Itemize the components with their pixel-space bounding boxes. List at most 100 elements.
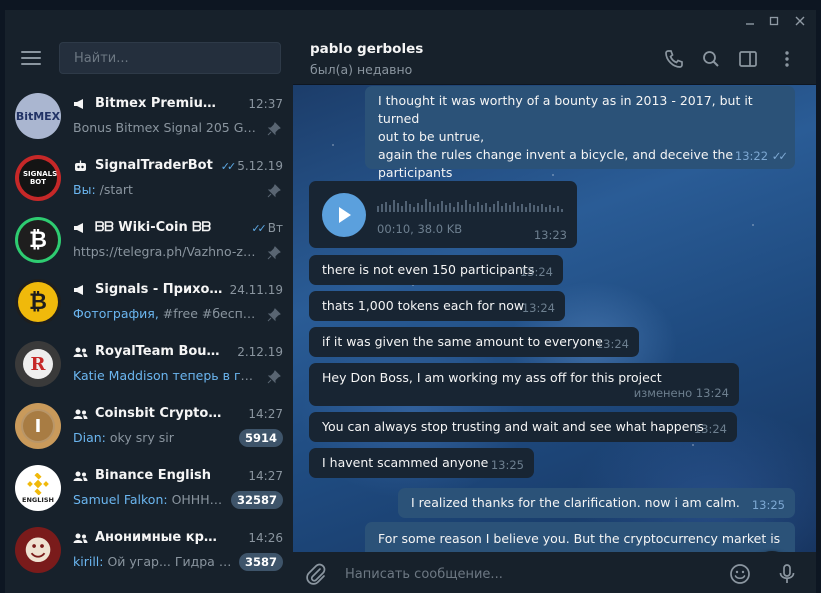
chat-preview: https://telegra.ph/Vazhno-zn... — [73, 244, 259, 259]
message-bubble-outgoing[interactable]: I thought it was worthy of a bounty as i… — [365, 86, 795, 198]
chat-preview: Ой угар... Гидра буд... — [107, 554, 233, 569]
chat-preview-sender: Dian: — [73, 430, 106, 445]
peer-name[interactable]: pablo gerboles — [310, 41, 423, 57]
unread-badge: 32587 — [230, 491, 283, 509]
chat-title: ᗷᗷ Wiki-Coin ᗷᗷ — [95, 220, 212, 235]
chat-item[interactable]: R RoyalTeam Bounty 2.12.19 Katie Maddiso… — [5, 336, 293, 398]
more-vertical-icon[interactable] — [776, 48, 798, 70]
message-bubble-incoming[interactable]: I havent scammed anyone 13:25 — [309, 448, 534, 478]
message-text: You can always stop trusting and wait an… — [322, 419, 704, 434]
binance-logo-icon — [27, 472, 49, 495]
chat-item[interactable]: I Coinsbit CryptoExchan... 14:27 Dian: o… — [5, 398, 293, 460]
chat-item[interactable]: ₿ ᗷᗷ Wiki-Coin ᗷᗷ ✓✓ Вт https://telegra.p… — [5, 212, 293, 274]
message-text: I realized thanks for the clarification.… — [411, 495, 740, 510]
chat-item[interactable]: BitMEX Bitmex Premium Signals 12:37 Bonu… — [5, 88, 293, 150]
message-bubble-incoming[interactable]: You can always stop trusting and wait an… — [309, 412, 737, 442]
chat-list: BitMEX Bitmex Premium Signals 12:37 Bonu… — [5, 88, 293, 584]
message-time: 13:25 — [751, 498, 785, 512]
pin-icon — [267, 370, 281, 384]
chat-time: Вт — [267, 221, 283, 235]
chat-preview-sender: kirill: — [73, 554, 104, 569]
message-text: I havent scammed anyone — [322, 455, 489, 470]
message-bubble-outgoing[interactable]: I realized thanks for the clarification.… — [398, 488, 795, 518]
avatar-label: ENGLISH — [22, 495, 54, 504]
message-time: 13:24 — [695, 386, 729, 400]
chat-time: 24.11.19 — [229, 283, 283, 297]
attach-icon[interactable] — [304, 562, 328, 586]
voice-message-bubble[interactable]: 00:10, 38.0 KB 13:23 — [309, 181, 577, 248]
chat-preview: oky sry sir — [105, 430, 174, 445]
avatar: ENGLISH — [15, 465, 61, 511]
microphone-icon[interactable] — [775, 562, 799, 586]
message-bubble-incoming[interactable]: if it was given the same amount to every… — [309, 327, 639, 357]
chat-title: RoyalTeam Bounty — [95, 344, 223, 359]
window-titlebar — [5, 10, 816, 31]
chat-time: 5.12.19 — [237, 159, 283, 173]
close-icon[interactable] — [788, 10, 812, 31]
edited-label: изменено — [633, 386, 693, 400]
chat-item[interactable]: ENGLISH Binance English 14:27 Samuel Fal… — [5, 460, 293, 522]
message-time: 13:24 — [521, 301, 555, 315]
avatar: ₿ — [15, 279, 61, 325]
message-bubble-outgoing[interactable]: For some reason I believe you. But the c… — [365, 522, 795, 552]
chat-title: Анонимные криптог... — [95, 530, 223, 545]
message-composer — [293, 552, 816, 593]
avatar-label: BitMEX — [15, 109, 61, 123]
channel-icon — [74, 98, 83, 109]
hamburger-menu-icon[interactable] — [21, 51, 41, 67]
message-text: For some reason I believe you. But the c… — [378, 531, 781, 546]
message-bubble-incoming[interactable]: thats 1,000 tokens each for now 13:24 — [309, 291, 565, 321]
message-time: 13:24 — [693, 422, 727, 436]
message-text-line: I thought it was worthy of a bounty as i… — [378, 93, 753, 126]
message-text-line: out to be untrue, — [378, 129, 485, 144]
avatar: R — [15, 341, 61, 387]
avatar-label: ☻ — [23, 533, 53, 567]
avatar-label: R — [30, 353, 46, 375]
channel-icon — [74, 284, 83, 295]
unread-badge: 3587 — [238, 553, 283, 571]
bot-icon — [75, 160, 86, 171]
group-icon — [73, 409, 88, 419]
read-check-icon: ✓✓ — [220, 159, 237, 173]
read-check-icon: ✓✓ — [771, 149, 788, 163]
avatar-label: SIGNALS BOT — [23, 170, 58, 186]
maximize-icon[interactable] — [762, 10, 786, 31]
message-bubble-incoming[interactable]: there is not even 150 participants 13:24 — [309, 255, 563, 285]
chat-time: 14:27 — [248, 469, 283, 483]
emoji-icon[interactable] — [728, 562, 752, 586]
avatar: I — [15, 403, 61, 449]
search-input[interactable] — [59, 42, 281, 74]
waveform-icon[interactable] — [377, 197, 567, 217]
avatar-label: ₿ — [29, 290, 47, 315]
message-text-line: again the rules change invent a bicycle,… — [378, 147, 734, 180]
message-text: Hey Don Boss, I am working my ass off fo… — [322, 370, 662, 385]
message-bubble-incoming[interactable]: Hey Don Boss, I am working my ass off fo… — [309, 363, 739, 406]
chat-preview-media: Фотография, — [73, 306, 159, 321]
pin-icon — [267, 308, 281, 322]
chat-preview-service: Katie Maddison теперь в гру... — [73, 368, 259, 383]
read-check-icon: ✓✓ — [251, 221, 267, 235]
pin-icon — [267, 184, 281, 198]
avatar: SIGNALS BOT — [15, 155, 61, 201]
phone-icon[interactable] — [663, 48, 685, 70]
message-time: 13:24 — [595, 337, 629, 351]
search-icon[interactable] — [700, 48, 722, 70]
avatar: ₿ — [15, 217, 61, 263]
minimize-icon[interactable] — [738, 10, 762, 31]
pin-icon — [267, 246, 281, 260]
avatar-label: I — [34, 415, 42, 437]
message-input[interactable] — [345, 564, 725, 584]
chat-item[interactable]: ₿ Signals - Прихожая 24.11.19 Фотография… — [5, 274, 293, 336]
chat-item[interactable]: ☻ Анонимные криптог... 14:26 kirill: Ой … — [5, 522, 293, 584]
play-icon[interactable] — [322, 193, 366, 237]
chat-time: 14:27 — [248, 407, 283, 421]
chat-preview: #free #бесплат... — [162, 306, 259, 321]
chat-preview: /start — [95, 182, 133, 197]
sidebar-toggle-icon[interactable] — [737, 48, 759, 70]
peer-status: был(а) недавно — [310, 62, 413, 77]
message-text: thats 1,000 tokens each for now — [322, 298, 525, 313]
chat-title: Binance English — [95, 468, 212, 483]
message-time: 13:22 — [734, 149, 769, 163]
group-icon — [73, 471, 88, 481]
chat-item[interactable]: SIGNALS BOT SignalTraderBot ✓✓ 5.12.19 Вы… — [5, 150, 293, 212]
